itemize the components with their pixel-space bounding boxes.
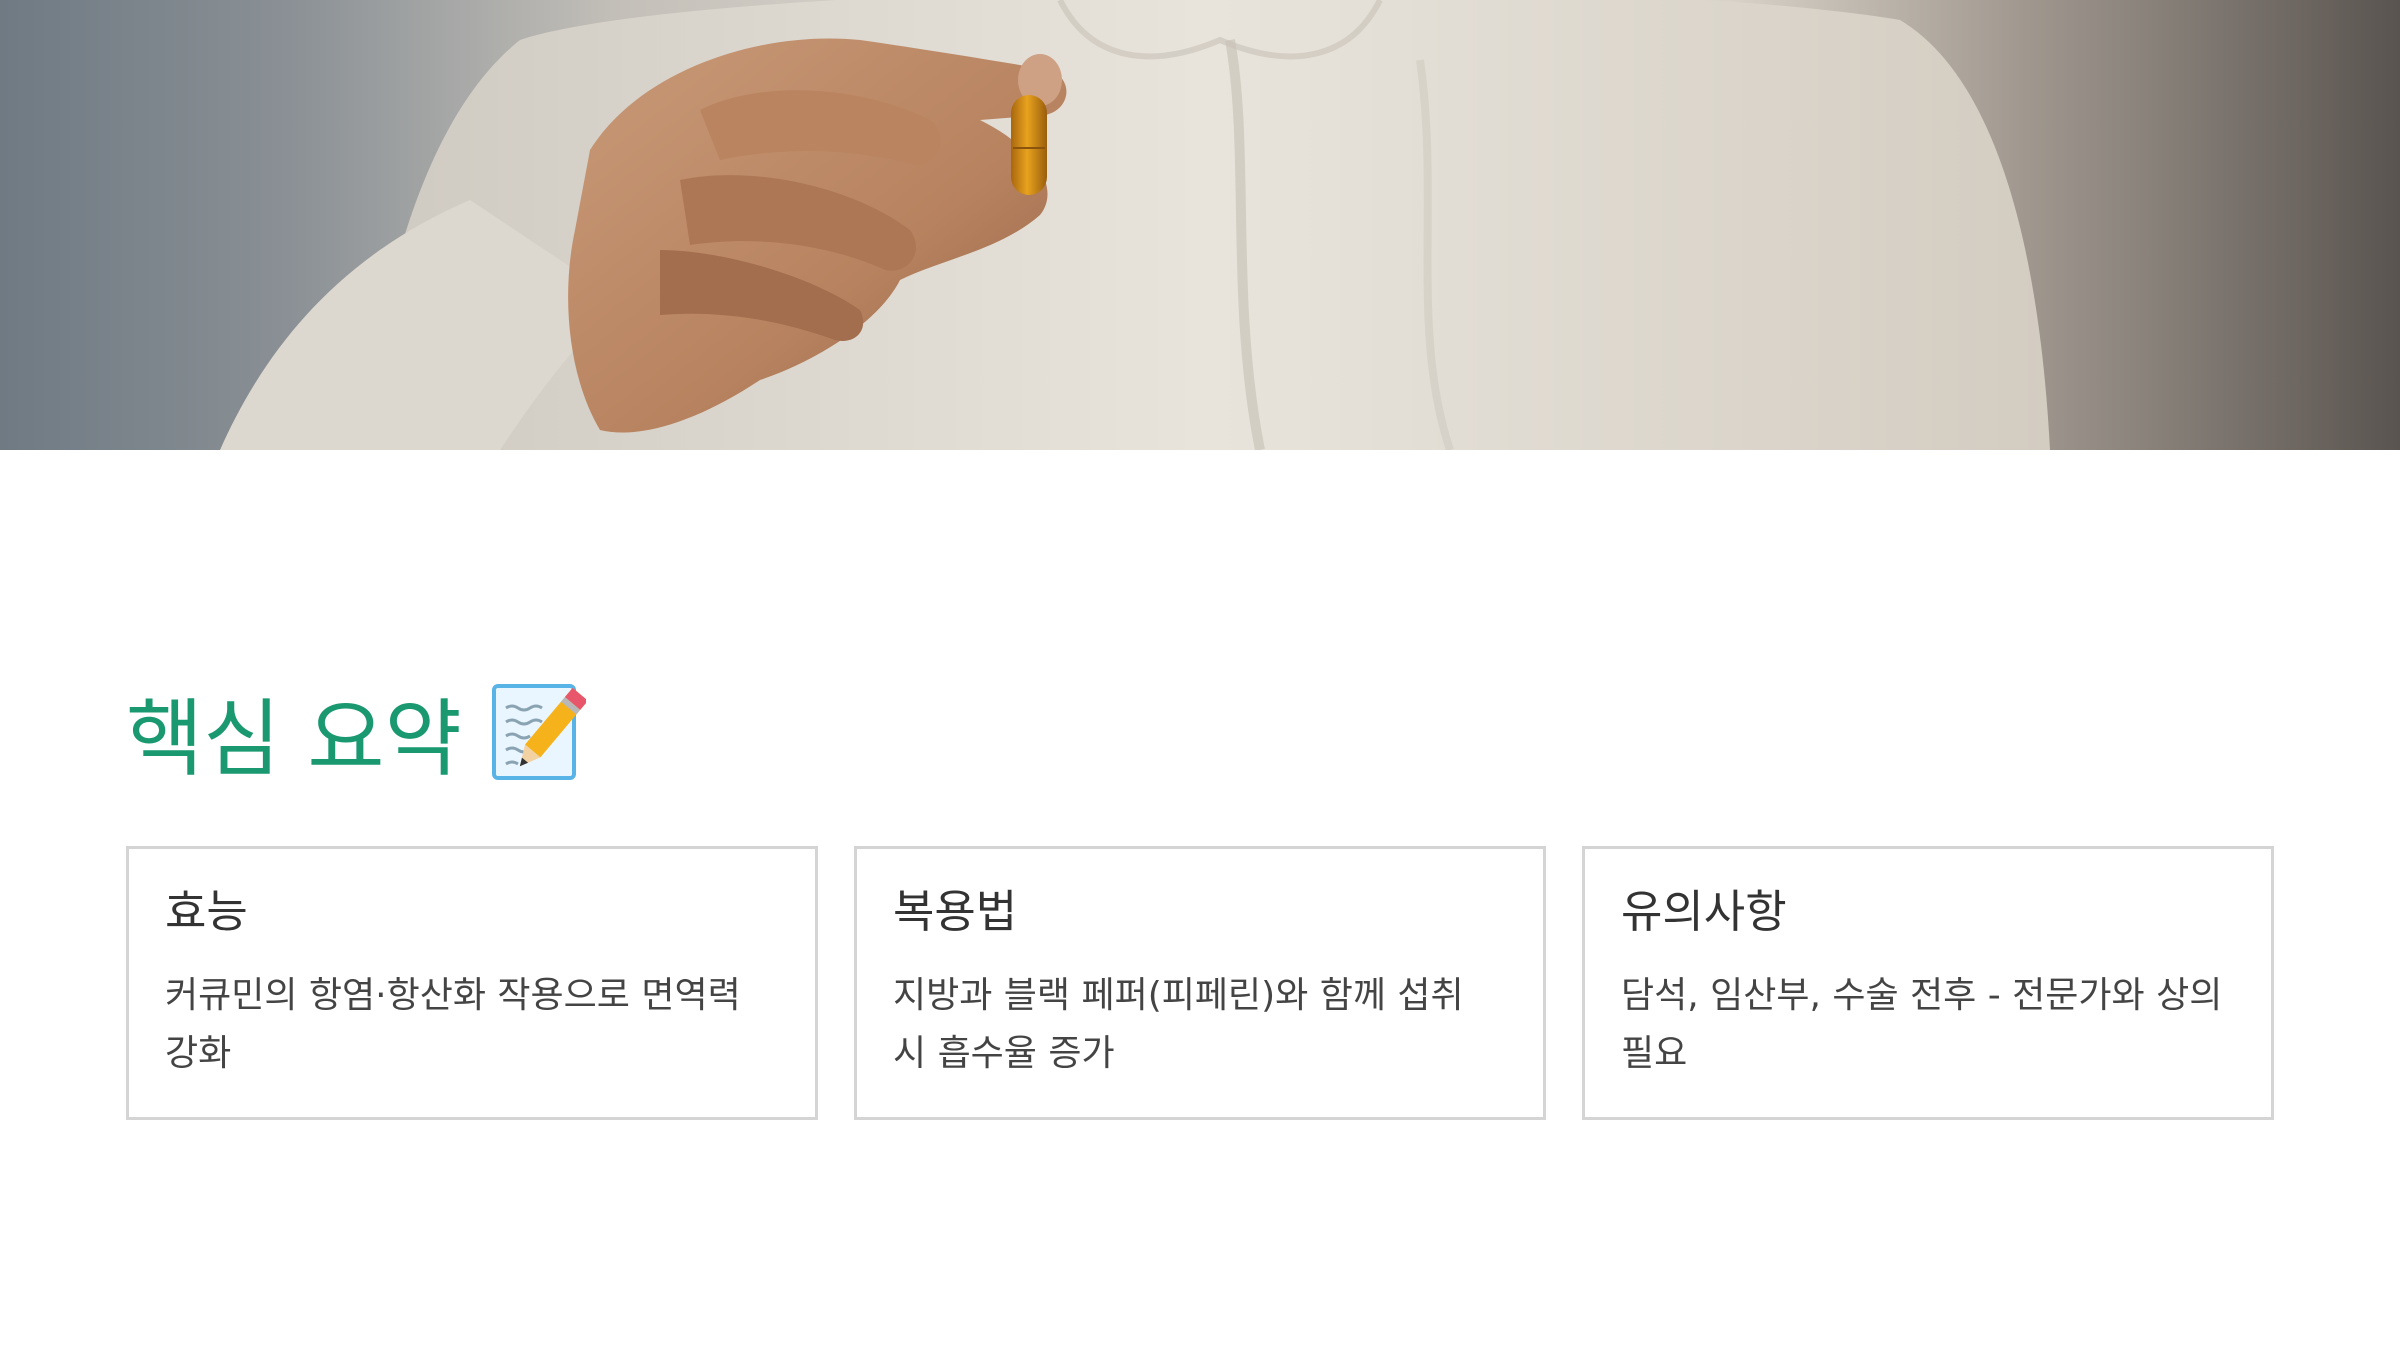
card-title: 복용법	[893, 885, 1018, 938]
card-dosage: 복용법 지방과 블랙 페퍼(피페린)와 함께 섭취 시 흡수율 증가	[854, 846, 1546, 1120]
card-title: 유의사항	[1621, 885, 1787, 938]
card-title: 효능	[165, 885, 248, 938]
card-text: 담석, 임산부, 수술 전후 - 전문가와 상의 필요	[1621, 975, 2223, 1074]
card-efficacy: 효능 커큐민의 항염·항산화 작용으로 면역력 강화	[126, 846, 818, 1120]
summary-cards: 효능 커큐민의 항염·항산화 작용으로 면역력 강화 복용법 지방과 블랙 페퍼…	[126, 846, 2274, 1120]
memo-icon	[491, 684, 586, 780]
card-cautions: 유의사항 담석, 임산부, 수술 전후 - 전문가와 상의 필요	[1582, 846, 2274, 1120]
section-title-text: 핵심 요약	[126, 689, 462, 788]
section-title: 핵심 요약	[126, 672, 586, 792]
hero-photo	[0, 0, 2400, 450]
slide-page: 핵심 요약 효능 커큐민의 항염·항산화 작용으로 면역력 강화 복용법 지방과	[0, 0, 2400, 1350]
card-text: 커큐민의 항염·항산화 작용으로 면역력 강화	[165, 975, 741, 1074]
card-text: 지방과 블랙 페퍼(피페린)와 함께 섭취 시 흡수율 증가	[893, 975, 1464, 1074]
hand-with-capsule-image	[220, 0, 2050, 450]
